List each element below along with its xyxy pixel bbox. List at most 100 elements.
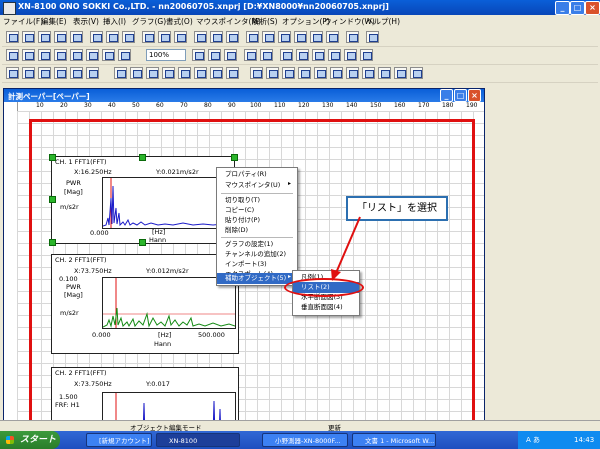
paper-minimize-button[interactable]: _ xyxy=(440,89,453,102)
graph-button-21[interactable] xyxy=(346,67,359,79)
menu-help[interactable]: ヘルプ(H) xyxy=(366,16,400,27)
paper-close-button[interactable]: × xyxy=(468,89,481,102)
toolbar-button-5[interactable] xyxy=(70,31,83,43)
paper-window-title-bar[interactable]: 計測ペーパー[ペーパー] _ □ × xyxy=(4,89,484,102)
maximize-button[interactable]: □ xyxy=(570,1,585,15)
selection-handle[interactable] xyxy=(139,154,146,161)
graph-button-4[interactable] xyxy=(54,67,67,79)
hand-tool-icon[interactable] xyxy=(114,67,127,79)
layout-button-19[interactable] xyxy=(360,49,373,61)
toolbar-button-16[interactable] xyxy=(262,31,275,43)
layout-button-5[interactable] xyxy=(70,49,83,61)
selection-handle[interactable] xyxy=(139,239,146,246)
menu-analysis[interactable]: 解析(S) xyxy=(252,16,278,27)
submenu-item-vertical-section[interactable]: 垂直断面図(4) xyxy=(293,302,343,313)
toolbar-button-20[interactable] xyxy=(326,31,339,43)
graph-button-5[interactable] xyxy=(70,67,83,79)
layout-button-8[interactable] xyxy=(118,49,131,61)
open-folder-icon[interactable] xyxy=(106,31,119,43)
taskbar-item-browser[interactable]: 小野測器-XN-8000F... xyxy=(262,433,348,447)
app-title-bar[interactable]: XN-8100 ONO SOKKI Co.,LTD. - nn20060705.… xyxy=(0,0,600,15)
context-menu-item-properties[interactable]: プロパティ(R) xyxy=(217,169,267,180)
redo-icon[interactable] xyxy=(226,31,239,43)
minimize-button[interactable]: _ xyxy=(555,1,570,15)
ellipse-tool-icon[interactable] xyxy=(328,49,341,61)
selection-handle[interactable] xyxy=(231,154,238,161)
menu-graph[interactable]: グラフ(G) xyxy=(132,16,166,27)
graph-button-12[interactable] xyxy=(194,67,207,79)
graph-button-10[interactable] xyxy=(162,67,175,79)
menu-edit[interactable]: 編集(E) xyxy=(41,16,67,27)
zoom-in-icon[interactable] xyxy=(192,49,205,61)
spectrum-plot[interactable] xyxy=(102,177,232,229)
graph-button-14[interactable] xyxy=(226,67,239,79)
layout-button-4[interactable] xyxy=(54,49,67,61)
zoom-select[interactable]: 100% xyxy=(146,49,186,61)
graph-button-24[interactable] xyxy=(394,67,407,79)
menu-options[interactable]: オプション(P) xyxy=(282,16,330,27)
graph-button-16[interactable] xyxy=(266,67,279,79)
selection-handle[interactable] xyxy=(49,196,56,203)
toolbar-button-21[interactable] xyxy=(346,31,359,43)
rectangle-tool-icon[interactable] xyxy=(312,49,325,61)
zoom-area-icon[interactable] xyxy=(224,49,237,61)
chart-ch2-frf[interactable]: CH. 2 FFT1(FFT) X:73.750Hz Y:0.017 1.500… xyxy=(51,367,239,424)
layout-button-14[interactable] xyxy=(280,49,293,61)
pointer-icon[interactable] xyxy=(246,31,259,43)
graph-button-15[interactable] xyxy=(250,67,263,79)
graph-button-9[interactable] xyxy=(146,67,159,79)
paste-icon[interactable] xyxy=(174,31,187,43)
selection-handle[interactable] xyxy=(49,154,56,161)
chart-ch2-fft[interactable]: CH. 2 FFT1(FFT) X:73.750Hz Y:0.012m/s2r … xyxy=(51,254,239,354)
layout-button-13[interactable] xyxy=(260,49,273,61)
graph-button-18[interactable] xyxy=(298,67,311,79)
selection-handle[interactable] xyxy=(49,239,56,246)
graph-button-20[interactable] xyxy=(330,67,343,79)
text-tool-icon[interactable] xyxy=(296,49,309,61)
layout-button-12[interactable] xyxy=(244,49,257,61)
layout-button-6[interactable] xyxy=(86,49,99,61)
graph-button-19[interactable] xyxy=(314,67,327,79)
toolbar-button-1[interactable] xyxy=(6,31,19,43)
taskbar-item-mail[interactable]: [新規アカウント] 送信... xyxy=(86,433,152,447)
chart-ch1-fft[interactable]: CH. 1 FFT1(FFT) X:16.250Hz Y:0.021m/s2r … xyxy=(51,156,235,244)
start-button[interactable]: スタート xyxy=(0,431,60,449)
layout-button-2[interactable] xyxy=(22,49,35,61)
close-button[interactable]: × xyxy=(585,1,600,15)
menu-format[interactable]: 書式(O) xyxy=(166,16,193,27)
ime-indicator[interactable]: A あ xyxy=(526,431,540,449)
graph-button-1[interactable] xyxy=(6,67,19,79)
toolbar-button-17[interactable] xyxy=(278,31,291,43)
graph-button-22[interactable] xyxy=(362,67,375,79)
graph-button-6[interactable] xyxy=(86,67,99,79)
new-file-icon[interactable] xyxy=(90,31,103,43)
graph-button-13[interactable] xyxy=(210,67,223,79)
graph-button-11[interactable] xyxy=(178,67,191,79)
toolbar-button-4[interactable] xyxy=(54,31,67,43)
print-icon[interactable] xyxy=(194,31,207,43)
copy-icon[interactable] xyxy=(158,31,171,43)
toolbar-button-22[interactable] xyxy=(366,31,379,43)
context-menu-item-auxiliary-object[interactable]: 補助オブジェクト(5) xyxy=(217,273,297,284)
context-menu-item-mouse-pointer[interactable]: マウスポインタ(U) xyxy=(217,180,280,191)
toolbar-button-19[interactable] xyxy=(310,31,323,43)
save-icon[interactable] xyxy=(122,31,135,43)
undo-icon[interactable] xyxy=(210,31,223,43)
zoom-out-icon[interactable] xyxy=(208,49,221,61)
graph-button-3[interactable] xyxy=(38,67,51,79)
graph-button-8[interactable] xyxy=(130,67,143,79)
toolbar-button-18[interactable] xyxy=(294,31,307,43)
graph-button-25[interactable] xyxy=(410,67,423,79)
toolbar-button-3[interactable] xyxy=(38,31,51,43)
graph-button-17[interactable] xyxy=(282,67,295,79)
menu-view[interactable]: 表示(V) xyxy=(73,16,99,27)
menu-insert[interactable]: 挿入(I) xyxy=(103,16,126,27)
layout-button-1[interactable] xyxy=(6,49,19,61)
context-menu-item-delete[interactable]: 削除(D) xyxy=(217,225,248,236)
menu-file[interactable]: ファイル(F) xyxy=(3,16,43,27)
taskbar-item-word[interactable]: 文書 1 - Microsoft W... xyxy=(352,433,436,447)
toolbar-button-2[interactable] xyxy=(22,31,35,43)
graph-button-2[interactable] xyxy=(22,67,35,79)
graph-button-23[interactable] xyxy=(378,67,391,79)
layout-button-7[interactable] xyxy=(102,49,115,61)
